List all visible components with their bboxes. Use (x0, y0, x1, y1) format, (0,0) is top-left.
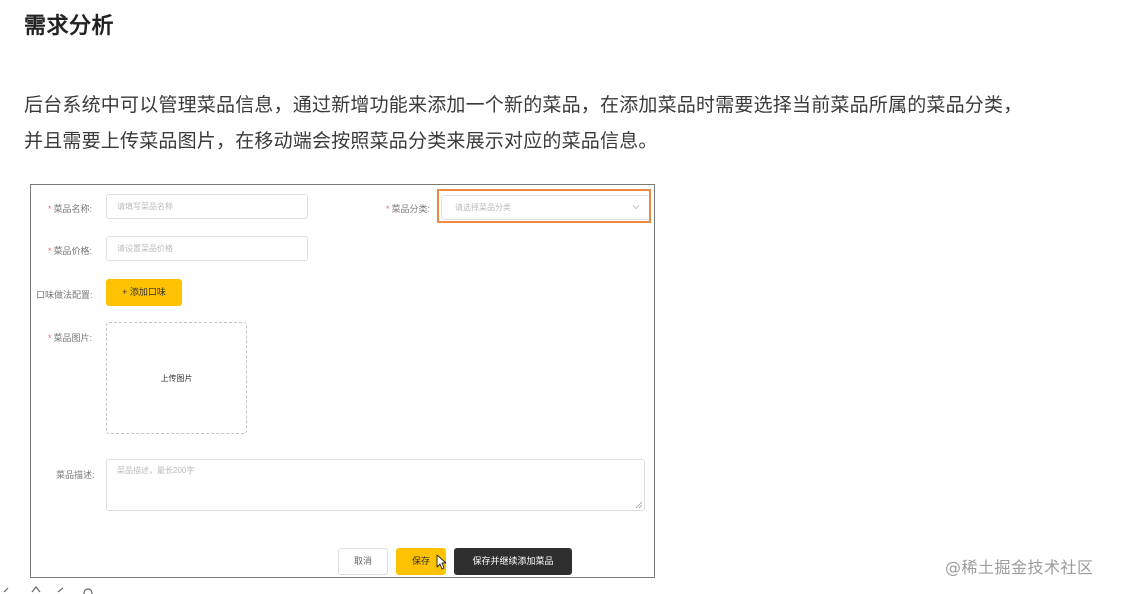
required-mark: * (48, 333, 52, 343)
dish-image-label-text: 菜品图片: (53, 333, 93, 343)
toolbar-fragment-icon (3, 586, 93, 594)
dish-description-textarea[interactable] (106, 459, 645, 511)
save-and-continue-button[interactable]: 保存并继续添加菜品 (454, 548, 572, 575)
dish-price-label-text: 菜品价格: (53, 246, 93, 256)
image-upload-area[interactable]: 上传图片 (106, 322, 247, 434)
dish-price-input[interactable] (106, 236, 308, 261)
description-text: 后台系统中可以管理菜品信息，通过新增功能来添加一个新的菜品，在添加菜品时需要选择… (24, 87, 1114, 159)
dish-image-label: * 菜品图片: (48, 331, 92, 344)
resize-grip-icon[interactable] (635, 501, 643, 509)
page: 需求分析 后台系统中可以管理菜品信息，通过新增功能来添加一个新的菜品，在添加菜品… (0, 0, 1125, 594)
required-mark: * (48, 204, 52, 214)
description-line-2: 并且需要上传菜品图片，在移动端会按照菜品分类来展示对应的菜品信息。 (24, 130, 658, 152)
dish-category-label: * 菜品分类: (386, 202, 430, 215)
upload-image-label: 上传图片 (160, 373, 193, 383)
dish-name-label: * 菜品名称: (48, 202, 92, 215)
dish-category-label-text: 菜品分类: (391, 204, 431, 214)
add-flavor-button[interactable]: + 添加口味 (106, 279, 182, 306)
required-mark: * (48, 246, 52, 256)
flavor-config-label: 口味做法配置: (36, 290, 93, 300)
dish-category-placeholder: 请选择菜品分类 (455, 203, 511, 212)
save-button[interactable]: 保存 (396, 548, 446, 575)
dish-category-select[interactable]: 请选择菜品分类 (441, 195, 651, 220)
watermark: @稀土掘金技术社区 (945, 558, 1094, 577)
dish-name-input[interactable] (106, 194, 308, 219)
page-title: 需求分析 (24, 14, 115, 39)
dish-price-label: * 菜品价格: (48, 244, 92, 257)
chevron-down-icon (632, 205, 640, 210)
add-dish-form: *菜品名称: *菜品分类: 请选择菜品分类 *菜品价格: 口味做法配置: + 添… (30, 184, 655, 578)
dish-name-label-text: 菜品名称: (53, 204, 93, 214)
cancel-button[interactable]: 取消 (338, 548, 388, 575)
description-line-1: 后台系统中可以管理菜品信息，通过新增功能来添加一个新的菜品，在添加菜品时需要选择… (24, 94, 1023, 116)
dish-description-label: 菜品描述: (56, 470, 95, 480)
required-mark: * (386, 204, 390, 214)
